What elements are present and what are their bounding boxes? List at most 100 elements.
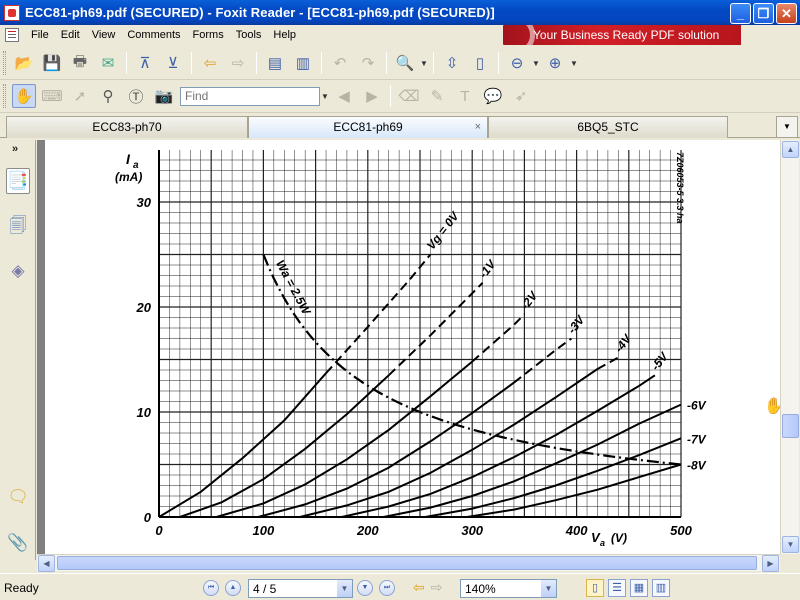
- printer-icon[interactable]: 🖶: [68, 51, 92, 75]
- menu-view[interactable]: View: [86, 25, 122, 45]
- zoom-out-dropdown[interactable]: ▼: [531, 59, 541, 68]
- previous-view-icon[interactable]: ⇦: [413, 579, 425, 596]
- y-tick-label: 10: [137, 405, 152, 420]
- menu-tools[interactable]: Tools: [230, 25, 268, 45]
- text-tool-icon[interactable]: Ⓣ: [124, 84, 148, 108]
- document-view[interactable]: I a (mA) V a (V) 7Z06053-5 3.3 ha 0 100 20…: [37, 140, 780, 554]
- bookmarks-icon[interactable]: 📑: [6, 168, 30, 194]
- navigation-panel: » 📑 🗐 ◈ 🗨 📎: [0, 140, 36, 560]
- typewriter-icon[interactable]: T: [453, 84, 477, 108]
- magnifier-icon[interactable]: 🔍: [393, 51, 417, 75]
- tab-6bq5-stc[interactable]: 6BQ5_STC: [488, 116, 728, 138]
- next-view-icon[interactable]: ⇨: [431, 579, 443, 596]
- binoculars-icon[interactable]: ⚲: [96, 84, 120, 108]
- scroll-down-button[interactable]: ▼: [782, 536, 799, 553]
- tab-ecc83-ph70[interactable]: ECC83-ph70: [6, 116, 248, 138]
- find-input[interactable]: [180, 86, 320, 106]
- vertical-scroll-thumb[interactable]: [782, 414, 799, 438]
- eraser-icon[interactable]: ⌫: [397, 84, 421, 108]
- hand-icon[interactable]: ✋: [12, 84, 36, 108]
- insert-page-icon[interactable]: ▥: [291, 51, 315, 75]
- minimize-button[interactable]: _: [730, 3, 751, 24]
- menu-forms[interactable]: Forms: [187, 25, 230, 45]
- find-previous-icon[interactable]: ◀: [332, 84, 356, 108]
- tab-ecc81-ph69[interactable]: ECC81-ph69 ×: [248, 116, 488, 138]
- next-page-icon[interactable]: ▼: [357, 579, 373, 596]
- attachment-icon[interactable]: 📎: [6, 530, 30, 556]
- find-dropdown[interactable]: ▼: [320, 92, 330, 101]
- note-icon[interactable]: 💬: [481, 84, 505, 108]
- arrow-tool-icon[interactable]: ➶: [509, 84, 533, 108]
- pdf-page: I a (mA) V a (V) 7Z06053-5 3.3 ha 0 100 20…: [45, 140, 780, 554]
- continuous-facing-icon[interactable]: ▥: [652, 578, 670, 597]
- zoom-level-field[interactable]: 140% ▼: [460, 579, 557, 598]
- horizontal-scrollbar[interactable]: ◀ ▶: [37, 554, 780, 572]
- pages-icon[interactable]: 🗐: [6, 214, 30, 240]
- restore-button[interactable]: ❐: [753, 3, 774, 24]
- page-nav-group-2: ▼ ⏭: [354, 578, 398, 597]
- scroll-up-button[interactable]: ▲: [782, 141, 799, 158]
- toolbar-separator: [191, 52, 192, 74]
- horizontal-scroll-thumb[interactable]: [57, 556, 757, 570]
- page-number-field[interactable]: 4 / 5 ▼: [248, 579, 353, 598]
- page-dropdown-arrow[interactable]: ▼: [337, 580, 352, 597]
- expand-panel-icon[interactable]: »: [12, 143, 18, 155]
- save-icon[interactable]: 💾: [40, 51, 64, 75]
- tools-toolbar: ✋ ⌨ ➚ ⚲ Ⓣ 📷 ▼ ◀ ▶ ⌫ ✎ T 💬 ➶: [0, 80, 800, 113]
- undo-icon[interactable]: ↶: [328, 51, 352, 75]
- close-button[interactable]: ✕: [776, 3, 797, 24]
- tab-list-dropdown[interactable]: ▼: [776, 116, 798, 138]
- arrow-right-icon[interactable]: ⇨: [226, 51, 250, 75]
- zoom-out-icon[interactable]: ⊖: [505, 51, 529, 75]
- fit-page-icon[interactable]: ⇳: [440, 51, 464, 75]
- window-title: ECC81-ph69.pdf (SECURED) - Foxit Reader …: [25, 5, 495, 20]
- email-icon[interactable]: ✉: [96, 51, 120, 75]
- zoom-in-icon[interactable]: ⊕: [543, 51, 567, 75]
- redo-icon[interactable]: ↷: [356, 51, 380, 75]
- document-icon[interactable]: [5, 28, 19, 42]
- pointer-icon[interactable]: ➚: [68, 84, 92, 108]
- select-text-icon[interactable]: ⌨: [40, 84, 64, 108]
- curve-solid: [383, 403, 682, 518]
- first-page-icon[interactable]: ⏮: [203, 579, 219, 596]
- main-toolbar: 📂 💾 🖶 ✉ ⊼ ⊻ ⇦ ⇨ ▤ ▥ ↶ ↷ 🔍 ▼ ⇳ ▯ ⊖ ▼ ⊕ ▼: [0, 47, 800, 80]
- curve-label: -2V: [518, 288, 541, 312]
- fit-width-icon[interactable]: ▯: [468, 51, 492, 75]
- toolbar-grip[interactable]: [3, 51, 6, 75]
- arrow-down-icon[interactable]: ⊻: [161, 51, 185, 75]
- menu-help[interactable]: Help: [267, 25, 302, 45]
- zoom-dropdown-arrow[interactable]: ▼: [541, 580, 556, 597]
- comments-icon[interactable]: 🗨: [6, 484, 30, 510]
- extract-page-icon[interactable]: ▤: [263, 51, 287, 75]
- snapshot-icon[interactable]: 📷: [152, 84, 176, 108]
- previous-page-icon[interactable]: ▲: [225, 579, 241, 596]
- ad-banner[interactable]: Your Business Ready PDF solution: [503, 25, 741, 45]
- banner-text: Your Business Ready PDF solution: [533, 28, 720, 42]
- arrow-left-icon[interactable]: ⇦: [198, 51, 222, 75]
- vertical-scrollbar[interactable]: ▲ ▼: [780, 140, 799, 554]
- last-page-icon[interactable]: ⏭: [379, 579, 395, 596]
- menu-comments[interactable]: Comments: [121, 25, 186, 45]
- y-tick-label: 20: [136, 300, 152, 315]
- find-next-icon[interactable]: ▶: [360, 84, 384, 108]
- facing-icon[interactable]: ▦: [630, 578, 648, 597]
- arrow-up-icon[interactable]: ⊼: [133, 51, 157, 75]
- continuous-icon[interactable]: ☰: [608, 578, 626, 597]
- scroll-left-button[interactable]: ◀: [38, 555, 55, 572]
- menu-file[interactable]: File: [25, 25, 55, 45]
- foxit-app-icon[interactable]: [4, 4, 20, 21]
- layers-icon[interactable]: ◈: [6, 258, 30, 284]
- single-page-icon[interactable]: ▯: [586, 578, 604, 597]
- y-axis-unit: (mA): [115, 170, 142, 184]
- tab-close-icon[interactable]: ×: [475, 117, 481, 137]
- folder-open-icon[interactable]: 📂: [12, 51, 36, 75]
- scroll-right-button[interactable]: ▶: [762, 555, 779, 572]
- x-axis-unit: (V): [611, 531, 627, 545]
- menu-edit[interactable]: Edit: [55, 25, 86, 45]
- toolbar-separator: [498, 52, 499, 74]
- zoom-tool-dropdown[interactable]: ▼: [419, 59, 429, 68]
- pencil-icon[interactable]: ✎: [425, 84, 449, 108]
- toolbar-grip[interactable]: [3, 84, 6, 108]
- anode-characteristics-chart: I a (mA) V a (V) 7Z06053-5 3.3 ha 0 100 20…: [115, 150, 707, 548]
- zoom-in-dropdown[interactable]: ▼: [569, 59, 579, 68]
